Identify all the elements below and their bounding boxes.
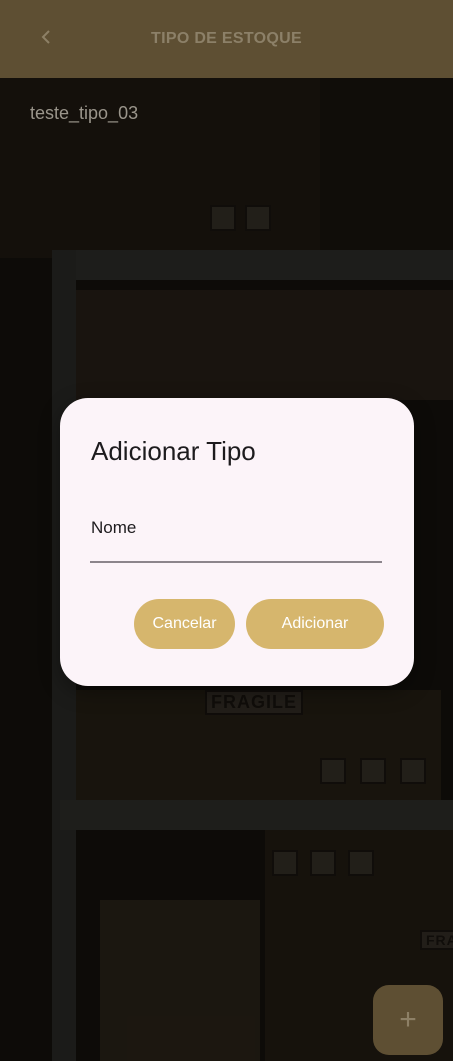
- plus-icon: +: [399, 1003, 417, 1036]
- app-bar: TIPO DE ESTOQUE: [0, 0, 453, 78]
- list-item[interactable]: teste_tipo_03: [30, 103, 138, 124]
- name-field-underline[interactable]: [90, 561, 382, 563]
- add-fab-button[interactable]: +: [373, 985, 443, 1055]
- add-type-dialog: Adicionar Tipo Nome Cancelar Adicionar: [60, 398, 414, 686]
- chevron-left-icon: [41, 30, 50, 44]
- name-field-label[interactable]: Nome: [91, 518, 136, 538]
- cancel-button[interactable]: Cancelar: [134, 599, 235, 649]
- dialog-title: Adicionar Tipo: [91, 436, 256, 466]
- back-button[interactable]: [34, 25, 58, 49]
- add-button[interactable]: Adicionar: [246, 599, 384, 649]
- page-title: TIPO DE ESTOQUE: [151, 30, 302, 47]
